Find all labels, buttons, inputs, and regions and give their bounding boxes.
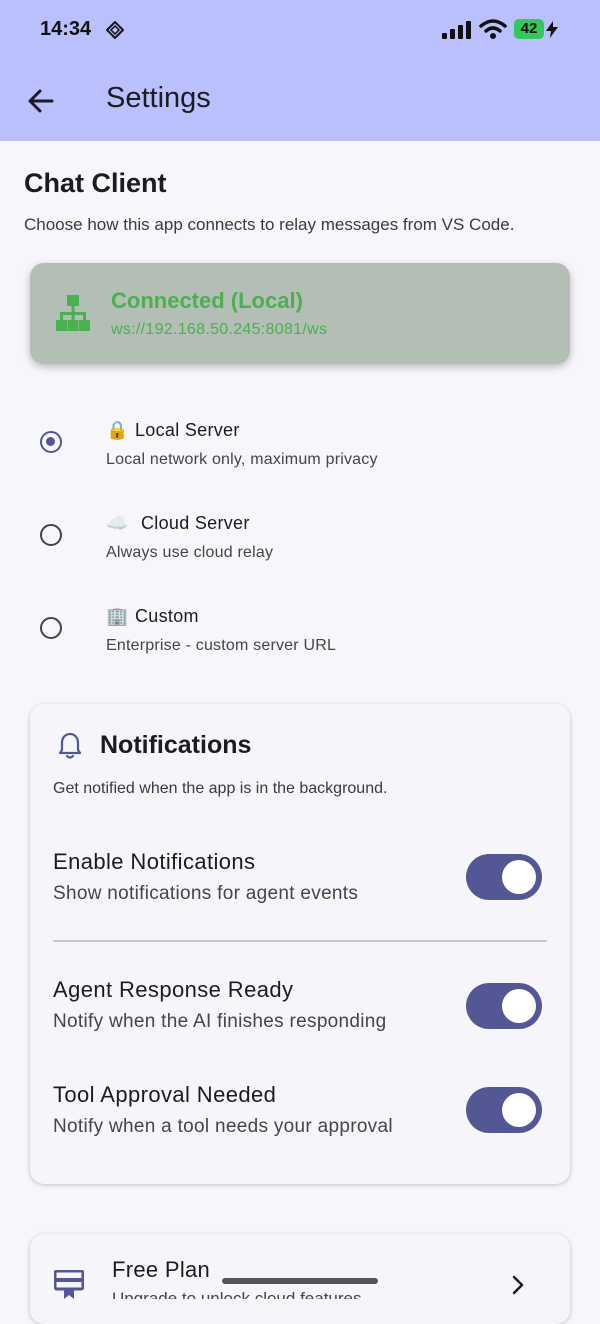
- toggle-knob: [502, 989, 536, 1023]
- setting-title-agent-response: Agent Response Ready: [53, 977, 294, 1002]
- radio-local-server[interactable]: [40, 431, 62, 453]
- option-sub-cloud: Always use cloud relay: [106, 544, 274, 561]
- plan-subtitle: Upgrade to unlock cloud features: [112, 1289, 362, 1299]
- charging-bolt-icon: [546, 21, 558, 38]
- divider: [53, 940, 547, 942]
- notifications-description: Get notified when the app is in the back…: [53, 780, 388, 797]
- status-time: 14:34: [40, 18, 92, 40]
- toggle-agent-response-ready[interactable]: [466, 983, 542, 1029]
- option-local-server[interactable]: 🔒 Local Server Local network only, maxim…: [0, 404, 600, 484]
- toggle-knob: [502, 860, 536, 894]
- option-label-local: Local Server: [135, 420, 240, 440]
- chevron-right-icon[interactable]: [509, 1274, 527, 1296]
- option-sub-custom: Enterprise - custom server URL: [106, 637, 337, 654]
- chat-client-title: Chat Client: [24, 168, 167, 198]
- plan-card-icon: [54, 1270, 84, 1299]
- option-label-cloud: Cloud Server: [141, 513, 250, 533]
- page-title: Settings: [106, 82, 211, 114]
- setting-title-enable: Enable Notifications: [53, 849, 256, 874]
- plan-title: Free Plan: [112, 1257, 211, 1282]
- option-emoji-local: 🔒: [106, 420, 129, 440]
- wifi-icon: [479, 19, 507, 39]
- signal-icon: [442, 21, 471, 39]
- option-custom[interactable]: 🏢 Custom Enterprise - custom server URL: [0, 590, 600, 670]
- diamond-icon: [106, 21, 124, 39]
- radio-custom[interactable]: [40, 617, 62, 639]
- connection-status: Connected (Local): [111, 288, 303, 313]
- notifications-title: Notifications: [100, 731, 252, 759]
- radio-cloud-server[interactable]: [40, 524, 62, 546]
- setting-title-tool-approval: Tool Approval Needed: [53, 1082, 277, 1107]
- battery-icon: 42: [514, 19, 544, 39]
- chat-client-description: Choose how this app connects to relay me…: [24, 215, 515, 234]
- home-indicator[interactable]: [222, 1278, 378, 1284]
- setting-sub-enable: Show notifications for agent events: [53, 883, 359, 904]
- option-sub-local: Local network only, maximum privacy: [106, 451, 378, 468]
- connection-url: ws://192.168.50.245:8081/ws: [111, 321, 328, 338]
- setting-sub-agent-response: Notify when the AI finishes responding: [53, 1011, 387, 1032]
- bell-icon: [58, 732, 82, 759]
- option-label-custom: Custom: [135, 606, 199, 626]
- toggle-knob: [502, 1093, 536, 1127]
- toggle-tool-approval-needed[interactable]: [466, 1087, 542, 1133]
- toggle-enable-notifications[interactable]: [466, 854, 542, 900]
- option-cloud-server[interactable]: ☁️ Cloud Server Always use cloud relay: [0, 497, 600, 577]
- setting-sub-tool-approval: Notify when a tool needs your approval: [53, 1116, 393, 1137]
- option-emoji-cloud: ☁️: [106, 513, 129, 533]
- arrow-left-icon[interactable]: [26, 86, 56, 116]
- option-emoji-custom: 🏢: [106, 606, 129, 626]
- network-icon: [56, 295, 90, 331]
